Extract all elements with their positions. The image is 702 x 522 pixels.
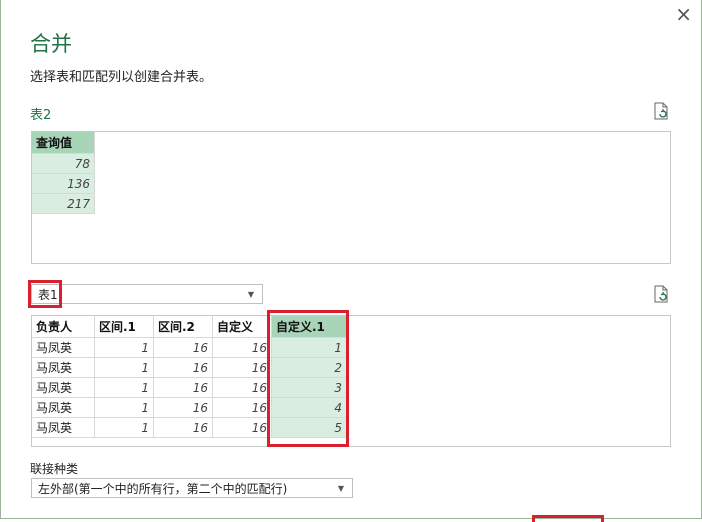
table-cell: 16 xyxy=(212,337,272,358)
table-cell: 1 xyxy=(94,337,154,358)
table-row: 78 xyxy=(32,153,95,174)
table-cell: 马凤英 xyxy=(32,357,95,378)
column-header[interactable]: 区间.2 xyxy=(153,316,213,338)
table-row: 马凤英 1 16 16 5 xyxy=(32,417,347,438)
join-kind-label: 联接种类 xyxy=(30,462,79,476)
table2-grid: 查询值 78 136 217 xyxy=(32,132,95,214)
table-cell: 16 xyxy=(153,417,213,438)
refresh-icon[interactable] xyxy=(652,102,670,120)
dialog-title: 合并 xyxy=(30,32,72,56)
table-cell: 16 xyxy=(153,377,213,398)
table-cell: 1 xyxy=(94,357,154,378)
chevron-down-icon: ▼ xyxy=(247,290,254,299)
table-cell: 马凤英 xyxy=(32,417,95,438)
table1-select-value: 表1 xyxy=(38,288,58,302)
table2-label: 表2 xyxy=(30,108,52,123)
table-cell: 16 xyxy=(212,357,272,378)
table-cell: 78 xyxy=(32,153,95,174)
table1-select[interactable]: 表1 ▼ xyxy=(31,284,263,304)
table-cell: 136 xyxy=(32,173,95,194)
table2-preview: 查询值 78 136 217 xyxy=(31,131,671,264)
table-row: 马凤英 1 16 16 1 xyxy=(32,337,347,358)
table-cell: 16 xyxy=(212,397,272,418)
column-header[interactable]: 自定义 xyxy=(212,316,272,338)
table-row: 马凤英 1 16 16 2 xyxy=(32,357,347,378)
table2-header[interactable]: 查询值 xyxy=(32,132,95,154)
table-cell: 16 xyxy=(153,337,213,358)
table-row: 136 xyxy=(32,173,95,194)
column-header-selected[interactable]: 自定义.1 xyxy=(271,316,347,338)
table-cell: 16 xyxy=(153,357,213,378)
table-cell: 16 xyxy=(212,377,272,398)
dialog-subtitle: 选择表和匹配列以创建合并表。 xyxy=(30,70,213,85)
table-cell: 2 xyxy=(271,357,347,378)
table-row: 马凤英 1 16 16 4 xyxy=(32,397,347,418)
close-icon[interactable]: × xyxy=(675,4,692,24)
table-cell: 217 xyxy=(32,193,95,214)
chevron-down-icon: ▼ xyxy=(337,484,344,493)
table-cell: 4 xyxy=(271,397,347,418)
join-kind-select[interactable]: 左外部(第一个中的所有行，第二个中的匹配行) ▼ xyxy=(31,478,353,498)
table-cell: 马凤英 xyxy=(32,397,95,418)
table-cell: 1 xyxy=(94,377,154,398)
table-cell: 16 xyxy=(212,417,272,438)
table-cell: 16 xyxy=(153,397,213,418)
column-header[interactable]: 区间.1 xyxy=(94,316,154,338)
table-cell: 马凤英 xyxy=(32,337,95,358)
table-row: 217 xyxy=(32,193,95,214)
table-cell: 1 xyxy=(94,417,154,438)
table1-grid: 负责人 区间.1 区间.2 自定义 自定义.1 马凤英 1 16 16 1 马凤… xyxy=(32,316,347,438)
table1-preview: 负责人 区间.1 区间.2 自定义 自定义.1 马凤英 1 16 16 1 马凤… xyxy=(31,315,671,447)
table-cell: 1 xyxy=(94,397,154,418)
join-kind-value: 左外部(第一个中的所有行，第二个中的匹配行) xyxy=(38,482,288,496)
column-header[interactable]: 负责人 xyxy=(32,316,95,338)
table-row: 马凤英 1 16 16 3 xyxy=(32,377,347,398)
table-cell: 1 xyxy=(271,337,347,358)
table-cell: 5 xyxy=(271,417,347,438)
refresh-icon[interactable] xyxy=(652,285,670,303)
table-cell: 马凤英 xyxy=(32,377,95,398)
table-cell: 3 xyxy=(271,377,347,398)
